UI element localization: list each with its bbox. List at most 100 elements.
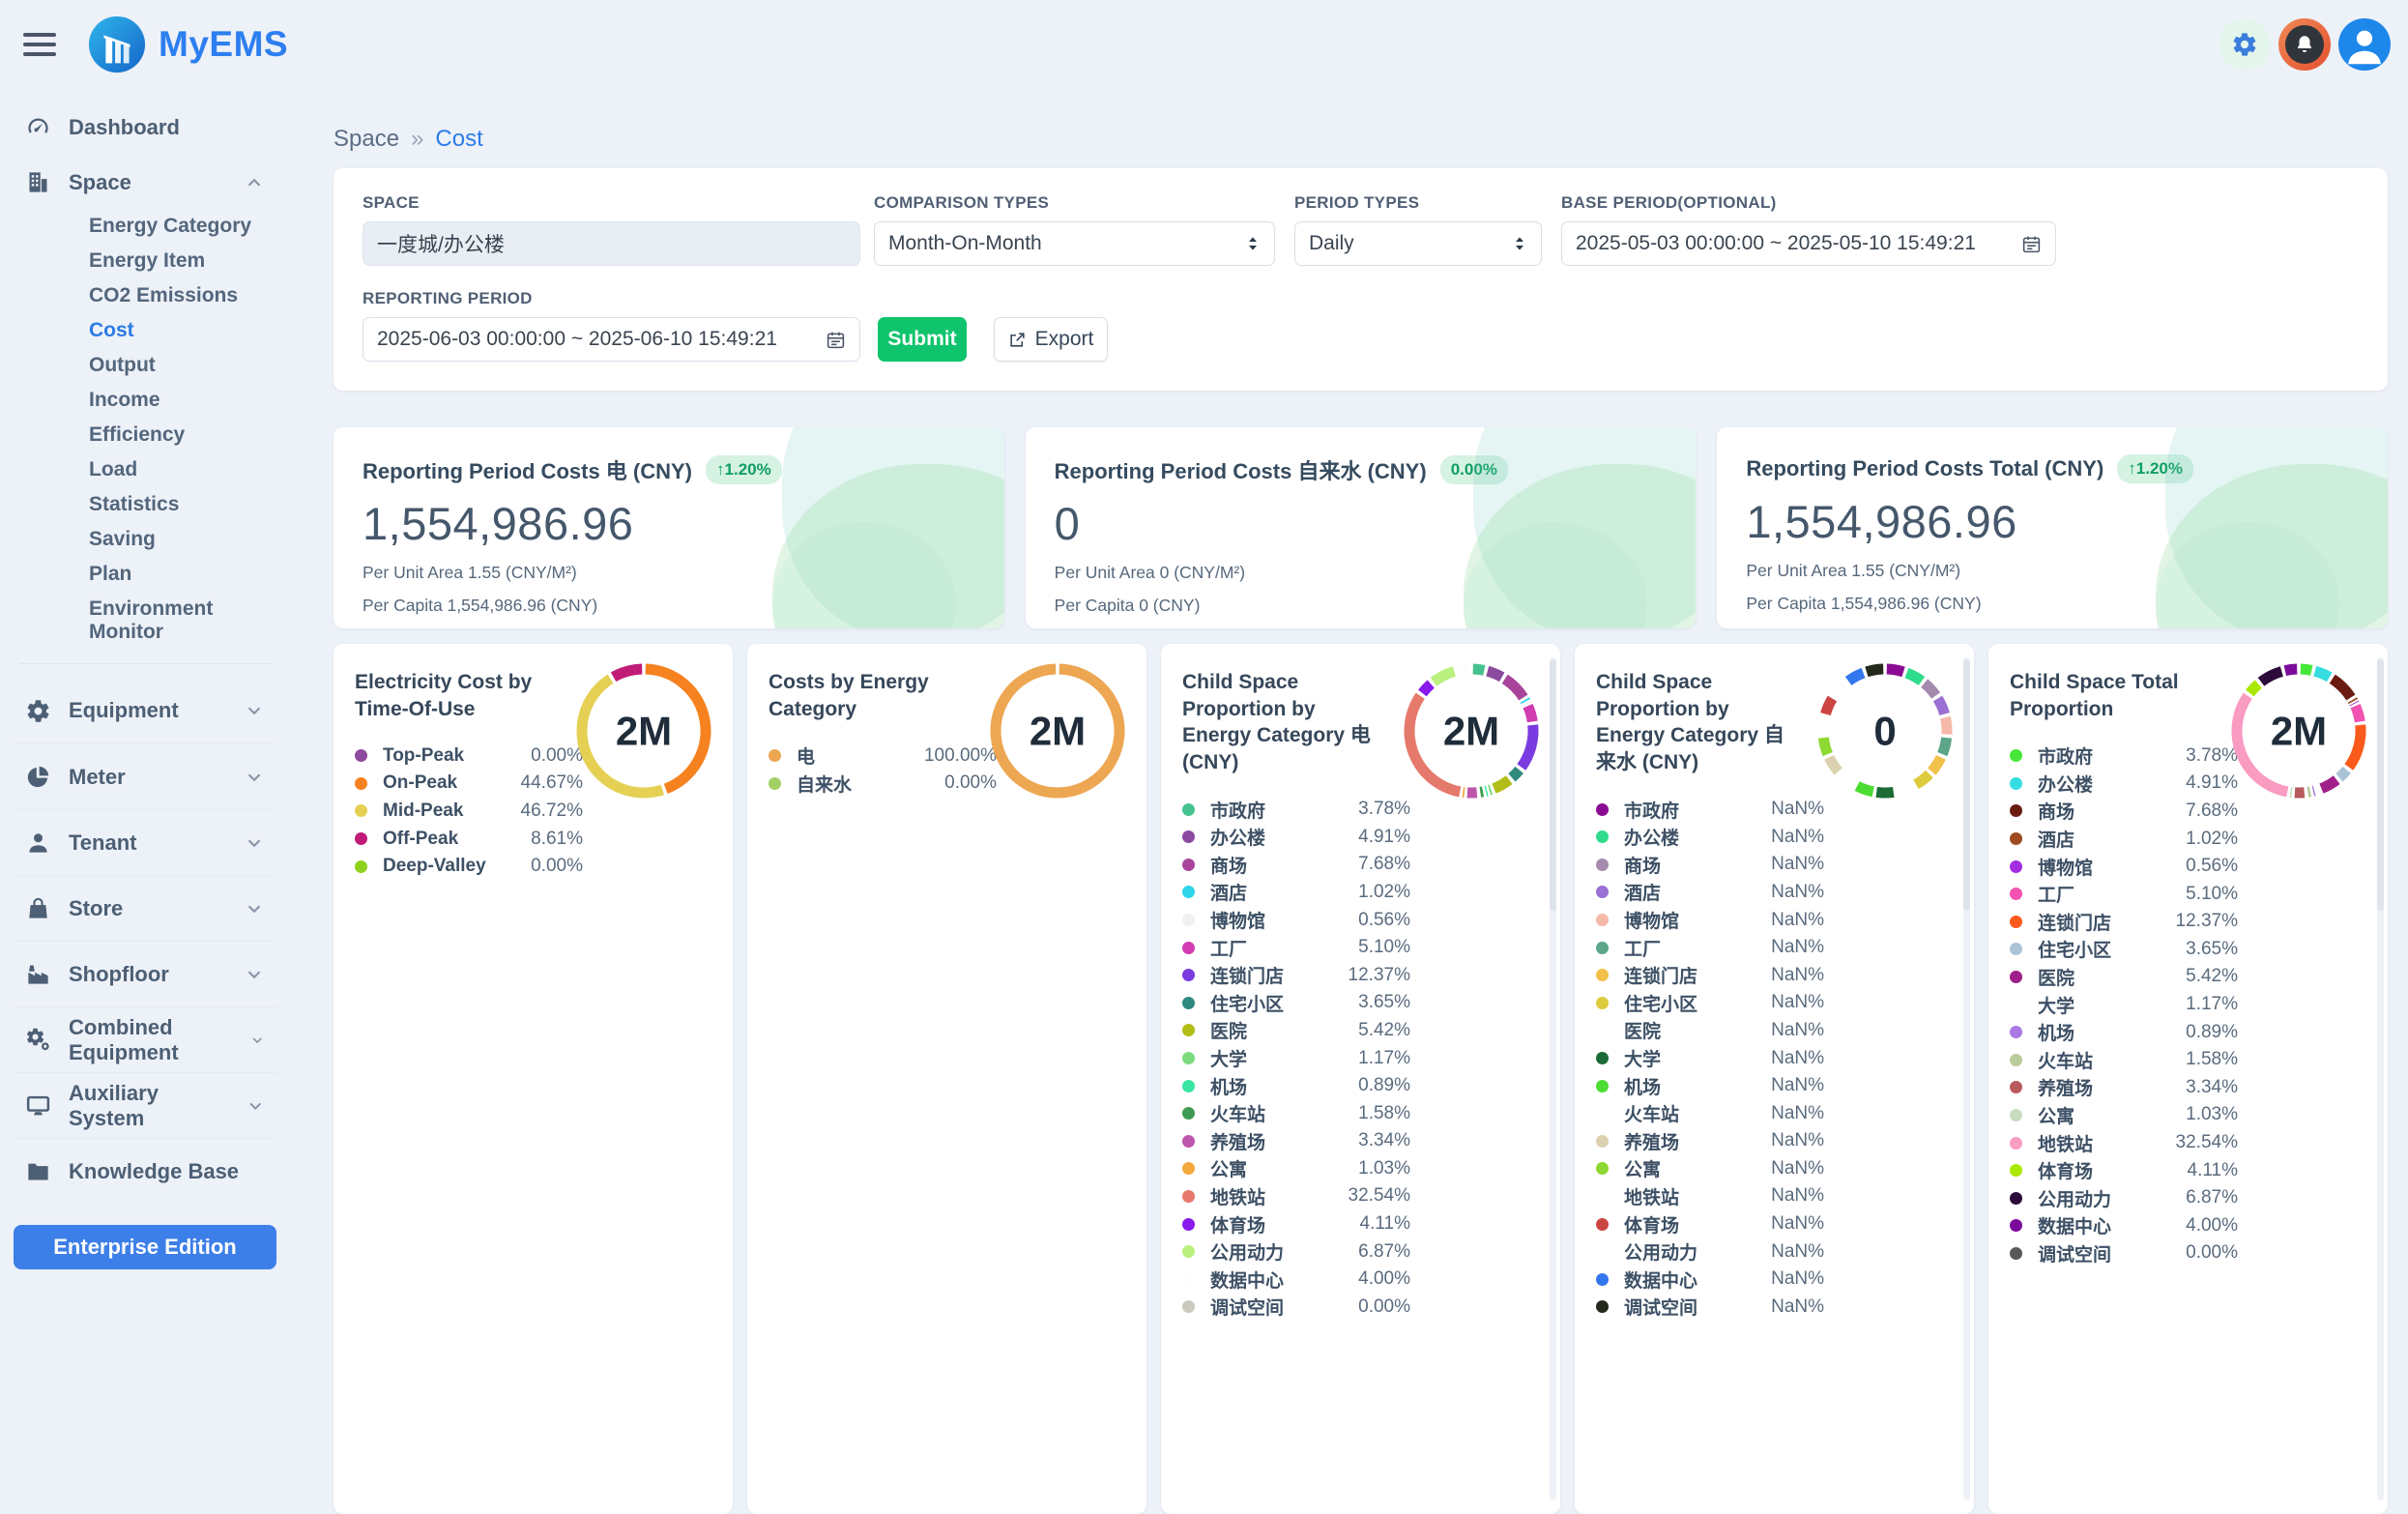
donut-segment[interactable] [1945,717,1947,734]
donut-segment[interactable] [1524,700,1525,701]
sidebar-item-store[interactable]: Store [14,875,276,941]
donut-segment[interactable] [1887,669,1903,672]
sidebar-item-knowledge-base[interactable]: Knowledge Base [14,1138,276,1204]
legend-item[interactable]: 商场7.68% [2010,798,2238,826]
legend-item[interactable]: 大学1.17% [1182,1044,1410,1072]
donut-segment[interactable] [2333,679,2351,697]
sidebar-subitem-income[interactable]: Income [14,383,276,418]
submit-button[interactable]: Submit [878,317,967,362]
legend-item[interactable]: 调试空间0.00% [1182,1294,1410,1322]
legend-item[interactable]: 体育场4.11% [2010,1156,2238,1184]
legend-item[interactable]: 博物馆0.56% [2010,853,2238,881]
user-avatar[interactable] [2338,18,2391,71]
legend-scrollbar-thumb[interactable] [1963,659,1970,911]
legend-item[interactable]: 办公楼4.91% [2010,770,2238,798]
sidebar-subitem-co2-emissions[interactable]: CO2 Emissions [14,278,276,313]
sidebar-item-shopfloor[interactable]: Shopfloor [14,941,276,1006]
donut-segment[interactable] [1825,699,1832,714]
notifications-button[interactable] [2278,18,2331,71]
donut-segment[interactable] [1876,792,1894,793]
menu-toggle-icon[interactable] [23,30,60,59]
sidebar-subitem-saving[interactable]: Saving [14,522,276,557]
legend-item[interactable]: 办公楼NaN% [1596,823,1824,851]
enterprise-edition-button[interactable]: Enterprise Edition [14,1225,276,1269]
legend-item[interactable]: 数据中心NaN% [1596,1266,1824,1294]
donut-segment[interactable] [1823,738,1827,754]
donut-segment[interactable] [2321,780,2336,789]
donut-segment[interactable] [1505,679,1523,697]
legend-item[interactable]: 住宅小区NaN% [1596,989,1824,1017]
breadcrumb-parent[interactable]: Space [334,126,399,153]
donut-segment[interactable] [1422,684,1431,693]
sidebar-subitem-load[interactable]: Load [14,452,276,487]
legend-item[interactable]: Deep-Valley0.00% [355,853,583,881]
legend-item[interactable]: 市政府3.78% [2010,742,2238,770]
legend-item[interactable]: 电100.00% [769,742,997,770]
sidebar-subitem-output[interactable]: Output [14,348,276,383]
legend-scrollbar-thumb[interactable] [1550,659,1556,911]
donut-segment[interactable] [2352,700,2353,701]
legend-item[interactable]: 养殖场3.34% [2010,1074,2238,1102]
legend-item[interactable]: 酒店1.02% [1182,879,1410,907]
donut-segment[interactable] [1823,717,1825,734]
legend-item[interactable]: 住宅小区3.65% [1182,989,1410,1017]
legend-item[interactable]: 自来水0.00% [769,770,997,798]
donut-segment[interactable] [1897,786,1913,792]
donut-segment[interactable] [1834,684,1845,696]
legend-item[interactable]: 养殖场3.34% [1182,1127,1410,1155]
legend-item[interactable]: Off-Peak8.61% [355,825,583,853]
legend-item[interactable]: 酒店1.02% [2010,825,2238,853]
donut-segment[interactable] [1938,699,1945,714]
donut-segment[interactable] [2261,671,2281,682]
legend-item[interactable]: 养殖场NaN% [1596,1127,1824,1155]
legend-scrollbar[interactable] [1550,657,1556,1500]
legend-item[interactable]: 酒店NaN% [1596,879,1824,907]
sidebar-subitem-cost[interactable]: Cost [14,313,276,348]
donut-segment[interactable] [1942,738,1946,754]
donut-segment[interactable] [1473,669,1485,670]
legend-item[interactable]: 医院5.42% [2010,963,2238,991]
donut-segment[interactable] [1857,786,1873,792]
legend-item[interactable]: 大学1.17% [2010,991,2238,1019]
legend-item[interactable]: 大学NaN% [1596,1044,1824,1072]
donut-segment[interactable] [2315,671,2330,677]
donut-segment[interactable] [1931,757,1941,772]
sidebar-subitem-statistics[interactable]: Statistics [14,487,276,522]
legend-item[interactable]: 公寓NaN% [1596,1155,1824,1183]
settings-button[interactable] [2219,18,2271,71]
brand-logo[interactable]: MyEMS [87,15,288,74]
legend-item[interactable]: 公寓1.03% [2010,1101,2238,1129]
legend-item[interactable]: 连锁门店NaN% [1596,961,1824,989]
donut-segment[interactable] [1458,669,1469,671]
legend-item[interactable]: 数据中心4.00% [1182,1266,1410,1294]
sidebar-subitem-plan[interactable]: Plan [14,557,276,592]
legend-item[interactable]: 商场NaN% [1596,851,1824,879]
legend-item[interactable]: 市政府NaN% [1596,796,1824,824]
space-input[interactable]: 一度城/办公楼 [363,221,860,266]
legend-item[interactable]: 调试空间NaN% [1596,1294,1824,1322]
sidebar-subitem-environment-monitor[interactable]: Environment Monitor [14,592,276,650]
donut-segment[interactable] [1522,725,1533,768]
legend-item[interactable]: 公寓1.03% [1182,1155,1410,1183]
donut-segment[interactable] [1925,684,1936,696]
sidebar-subitem-efficiency[interactable]: Efficiency [14,418,276,452]
legend-item[interactable]: 市政府3.78% [1182,796,1410,824]
legend-item[interactable]: 体育场4.11% [1182,1210,1410,1238]
legend-item[interactable]: 机场0.89% [1182,1072,1410,1100]
legend-item[interactable]: 调试空间0.00% [2010,1239,2238,1267]
legend-item[interactable]: 地铁站32.54% [2010,1129,2238,1157]
donut-segment[interactable] [2285,669,2297,671]
legend-item[interactable]: 博物馆NaN% [1596,906,1824,934]
sidebar-item-space[interactable]: Space [14,161,276,203]
donut-segment[interactable] [1488,671,1502,677]
legend-item[interactable]: 住宅小区3.65% [2010,936,2238,964]
base-period-input[interactable]: 2025-05-03 00:00:00 ~ 2025-05-10 15:49:2… [1561,221,2056,266]
legend-item[interactable]: On-Peak44.67% [355,770,583,798]
legend-item[interactable]: Mid-Peak46.72% [355,798,583,826]
legend-item[interactable]: 连锁门店12.37% [1182,961,1410,989]
donut-segment[interactable] [1848,673,1863,681]
legend-item[interactable]: 医院5.42% [1182,1017,1410,1045]
donut-segment[interactable] [2317,790,2319,791]
donut-segment[interactable] [1512,770,1520,777]
donut-segment[interactable] [1841,774,1854,785]
